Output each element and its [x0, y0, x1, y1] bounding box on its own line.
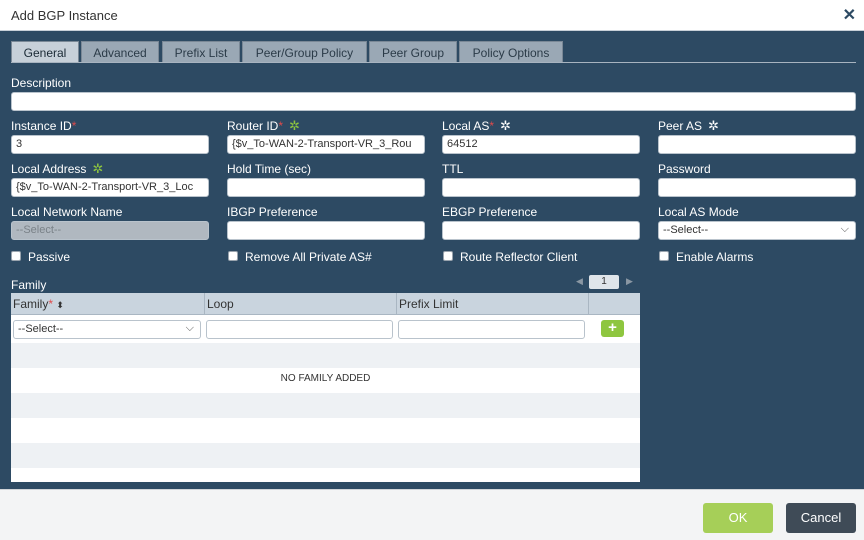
tab-prefix-list[interactable]: Prefix List [162, 41, 240, 63]
column-header-actions [589, 293, 640, 315]
checkbox-box[interactable] [659, 251, 669, 261]
route-reflector-client-label: Route Reflector Client [460, 250, 578, 264]
dialog-footer: OK Cancel [0, 489, 864, 540]
ok-button[interactable]: OK [703, 503, 773, 533]
local-as-mode-label: Local AS Mode [658, 205, 739, 219]
ttl-label: TTL [442, 162, 464, 176]
tab-advanced[interactable]: Advanced [81, 41, 159, 63]
local-as-mode-select[interactable]: --Select-- ⌵ [658, 221, 856, 240]
cancel-button[interactable]: Cancel [786, 503, 856, 533]
peer-as-field[interactable] [658, 135, 856, 154]
passive-label: Passive [28, 250, 71, 264]
close-icon[interactable]: ✕ [843, 5, 856, 25]
password-label: Password [658, 162, 711, 176]
dialog-body: General Advanced Prefix List Peer/Group … [0, 31, 864, 489]
add-family-button[interactable]: + [601, 320, 624, 337]
local-as-mode-value: --Select-- [663, 224, 709, 236]
checkbox-box[interactable] [443, 251, 453, 261]
table-row [11, 468, 640, 482]
router-id-field[interactable]: {$v_To-WAN-2-Transport-VR_3_Rou [227, 135, 425, 154]
ebgp-preference-label: EBGP Preference [442, 205, 538, 219]
ttl-field[interactable] [442, 178, 640, 197]
gear-icon[interactable]: ✲ [708, 119, 719, 132]
table-row [11, 418, 640, 443]
instance-id-field[interactable]: 3 [11, 135, 209, 154]
table-row [11, 343, 640, 368]
local-as-field[interactable]: 64512 [442, 135, 640, 154]
ibgp-preference-field[interactable] [227, 221, 425, 240]
tab-policy-options[interactable]: Policy Options [459, 41, 563, 63]
enable-alarms-label: Enable Alarms [676, 250, 754, 264]
column-header-loop: Loop [205, 293, 397, 315]
tab-peer-group[interactable]: Peer Group [369, 41, 457, 63]
local-address-label: Local Address ✲ [11, 161, 104, 176]
password-field[interactable] [658, 178, 856, 197]
description-label: Description [11, 76, 72, 90]
prev-page-icon[interactable]: ◀ [576, 276, 583, 287]
ibgp-preference-label: IBGP Preference [227, 205, 318, 219]
peer-as-label: Peer AS ✲ [658, 118, 719, 133]
next-page-icon[interactable]: ▶ [626, 276, 633, 287]
dialog-title: Add BGP Instance [11, 8, 118, 23]
gear-icon[interactable]: ✲ [500, 119, 511, 132]
loop-field[interactable] [206, 320, 393, 339]
prefix-limit-field[interactable] [398, 320, 585, 339]
family-section-label: Family [11, 278, 47, 292]
checkbox-box[interactable] [11, 251, 21, 261]
hold-time-field[interactable] [227, 178, 425, 197]
table-row [11, 443, 640, 468]
dialog-titlebar: Add BGP Instance ✕ [0, 0, 864, 31]
page-number: 1 [589, 275, 619, 289]
local-address-field[interactable]: {$v_To-WAN-2-Transport-VR_3_Loc [11, 178, 209, 197]
gear-icon[interactable]: ✲ [289, 119, 300, 132]
tab-general[interactable]: General [11, 41, 79, 63]
sort-icon[interactable]: ⬍ [56, 300, 64, 310]
column-header-prefix-limit: Prefix Limit [397, 293, 589, 315]
remove-private-as-label: Remove All Private AS# [245, 250, 372, 264]
tab-divider [11, 62, 856, 63]
family-select-value: --Select-- [18, 323, 64, 335]
instance-id-label: Instance ID* [11, 119, 77, 133]
description-field[interactable] [11, 92, 856, 111]
chevron-down-icon: ⌵ [840, 223, 849, 235]
table-row [11, 393, 640, 418]
empty-table-message: NO FAMILY ADDED [280, 373, 371, 384]
table-row: --Select-- ⌵ [11, 315, 640, 343]
router-id-label: Router ID* ✲ [227, 118, 300, 133]
hold-time-label: Hold Time (sec) [227, 162, 312, 176]
family-select[interactable]: --Select-- ⌵ [13, 320, 201, 339]
local-network-name-label: Local Network Name [11, 205, 123, 219]
ebgp-preference-field[interactable] [442, 221, 640, 240]
chevron-down-icon: ⌵ [185, 322, 194, 334]
family-table: Family* ⬍ Loop Prefix Limit --Select-- ⌵… [11, 293, 640, 482]
local-network-name-select: --Select-- [11, 221, 209, 240]
column-header-family[interactable]: Family* ⬍ [11, 293, 205, 315]
gear-icon[interactable]: ✲ [92, 162, 103, 175]
checkbox-box[interactable] [228, 251, 238, 261]
local-as-label: Local AS* ✲ [442, 118, 511, 133]
tab-peer-group-policy[interactable]: Peer/Group Policy [242, 41, 367, 63]
table-header: Family* ⬍ Loop Prefix Limit [11, 293, 640, 315]
